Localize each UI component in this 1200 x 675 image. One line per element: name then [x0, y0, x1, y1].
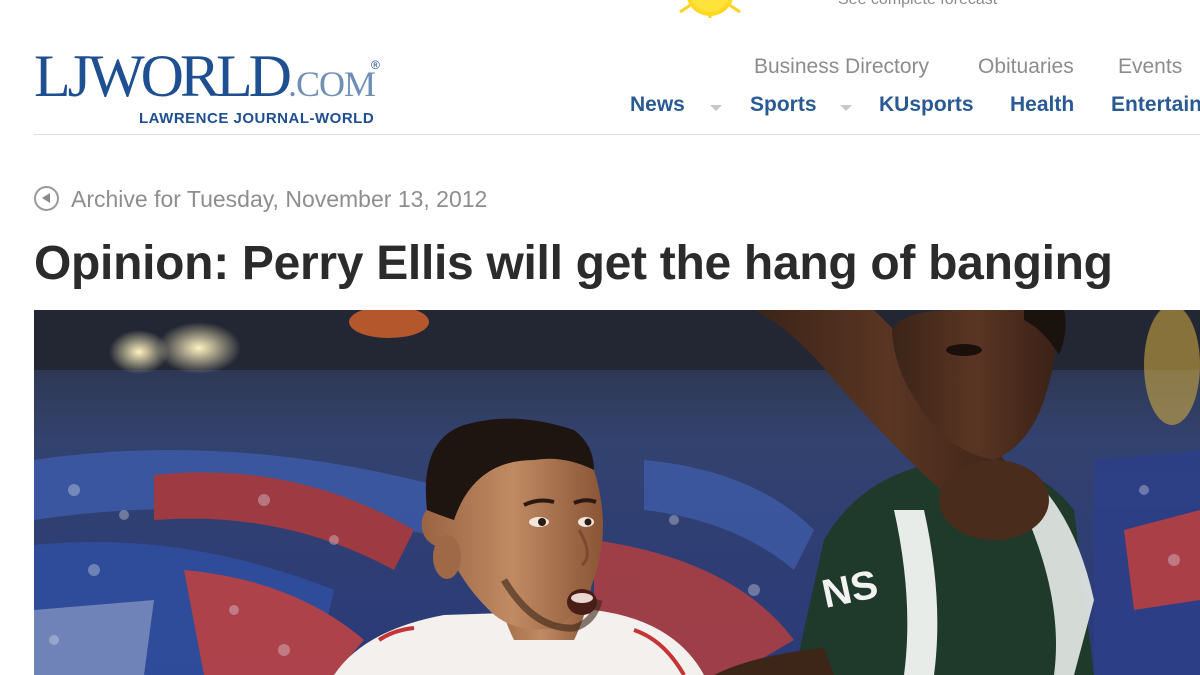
nav-health[interactable]: Health: [1010, 93, 1074, 117]
site-logo[interactable]: LJWORLD.COM ® LAWRENCE JOURNAL-WORLD: [34, 40, 394, 132]
header-divider: [34, 134, 1200, 135]
logo-world: WORLD: [88, 43, 292, 109]
article-photo[interactable]: NS: [34, 310, 1200, 675]
back-arrow-icon: [34, 186, 59, 211]
sports-dropdown-caret-icon[interactable]: [840, 105, 852, 111]
article-headline: Opinion: Perry Ellis will get the hang o…: [34, 237, 1113, 290]
nav-news[interactable]: News: [630, 93, 685, 117]
nav-business-directory[interactable]: Business Directory: [754, 55, 929, 79]
logo-registered-mark: ®: [371, 58, 380, 72]
logo-com: .COM: [287, 64, 376, 104]
nav-events[interactable]: Events: [1118, 55, 1182, 79]
nav-entertainment[interactable]: Entertain: [1111, 93, 1200, 117]
forecast-link[interactable]: See complete forecast: [838, 0, 997, 9]
logo-lj: LJ: [34, 43, 91, 109]
news-dropdown-caret-icon[interactable]: [710, 105, 722, 111]
nav-kusports[interactable]: KUsports: [879, 93, 974, 117]
archive-date: Archive for Tuesday, November 13, 2012: [71, 186, 488, 212]
weather-sun-icon: [660, 0, 760, 20]
nav-sports[interactable]: Sports: [750, 93, 817, 117]
nav-obituaries[interactable]: Obituaries: [978, 55, 1074, 79]
logo-tagline: LAWRENCE JOURNAL-WORLD: [139, 110, 375, 127]
logo-wordmark: LJWORLD.COM: [34, 42, 376, 111]
